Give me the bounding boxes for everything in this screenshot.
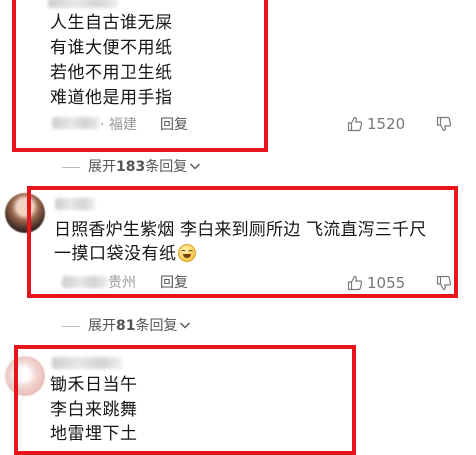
username-blurred <box>48 0 118 8</box>
reply-button[interactable]: 回复 <box>160 116 188 134</box>
timestamp-blurred <box>62 276 108 288</box>
like-button[interactable]: 1520 <box>347 115 405 133</box>
timestamp-blurred <box>52 117 100 129</box>
like-count: 1520 <box>367 115 406 133</box>
dislike-button[interactable] <box>436 116 452 136</box>
thumbs-up-icon <box>347 116 363 132</box>
chevron-down-icon <box>189 158 201 176</box>
username-blurred <box>55 198 95 210</box>
comment-line: 若他不用卫生纸 <box>50 63 173 83</box>
like-count: 1055 <box>367 274 406 292</box>
thumbs-down-icon <box>436 116 452 136</box>
comment-line-text: 一摸口袋没有纸 <box>54 244 177 264</box>
comment-line: 难道他是用手指 <box>50 88 173 108</box>
reply-button[interactable]: 回复 <box>160 274 188 292</box>
reply-count: 183 <box>116 159 146 175</box>
comment-line: 锄禾日当午 <box>50 375 138 395</box>
thumbs-down-icon <box>436 275 452 295</box>
divider <box>62 166 80 168</box>
expand-suffix: 条回复 <box>145 159 188 175</box>
comment-line: 有谁大便不用纸 <box>50 38 173 58</box>
comment-line: 日照香炉生紫烟 李白来到厕所边 飞流直泻三千尺 <box>54 220 427 240</box>
dislike-button[interactable] <box>436 275 452 295</box>
divider <box>62 325 80 327</box>
expand-prefix: 展开 <box>88 159 116 175</box>
chevron-down-icon <box>179 317 191 335</box>
comment-line: 一摸口袋没有纸 <box>54 243 196 265</box>
expand-prefix: 展开 <box>88 318 116 334</box>
comment-line: 人生自古谁无屎 <box>50 13 173 33</box>
thumbs-up-icon <box>347 275 363 291</box>
like-button[interactable]: 1055 <box>347 274 405 292</box>
comment-line: 李白来跳舞 <box>50 400 138 420</box>
comment-location: · 福建 <box>100 117 137 133</box>
username-blurred <box>52 357 122 369</box>
reply-count: 81 <box>116 318 136 334</box>
comment-location: 贵州 <box>108 275 136 291</box>
laughing-face-emoji-icon <box>177 244 196 262</box>
expand-replies-button[interactable]: 展开 81 条回复 <box>62 317 191 335</box>
expand-suffix: 条回复 <box>135 318 178 334</box>
expand-replies-button[interactable]: 展开 183 条回复 <box>62 158 201 176</box>
